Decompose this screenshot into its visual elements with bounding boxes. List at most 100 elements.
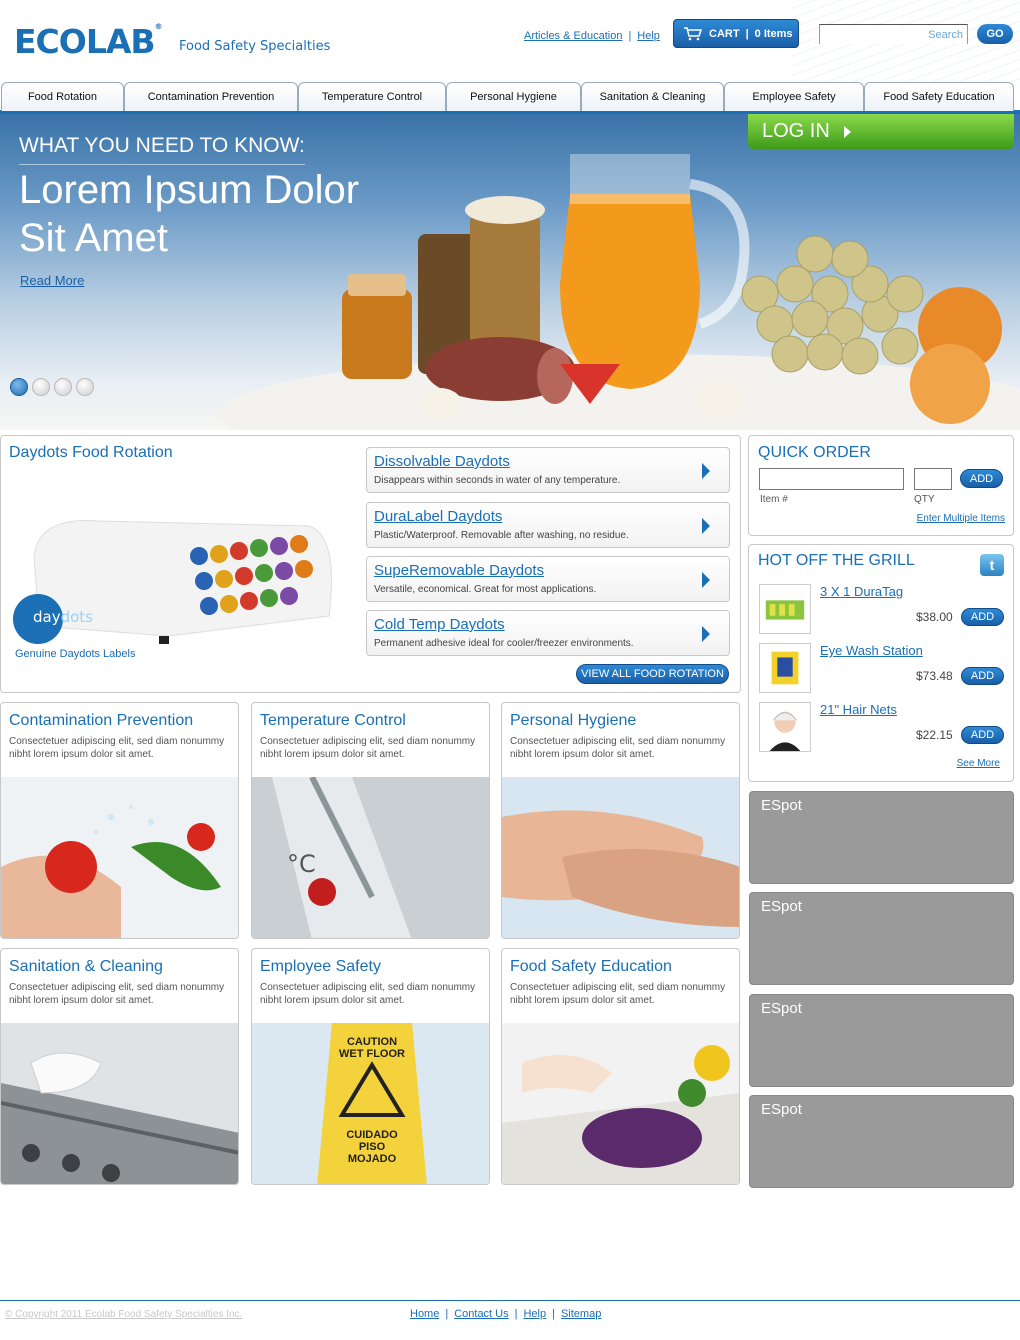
go-button[interactable]: GO: [977, 24, 1013, 44]
card-employee-safety[interactable]: Employee Safety Consectetuer adipiscing …: [251, 948, 490, 1185]
login-button[interactable]: LOG IN: [748, 114, 1014, 149]
card-desc: Consectetuer adipiscing elit, sed diam n…: [9, 982, 225, 1006]
carousel-dots: [10, 378, 94, 396]
cart-icon: [684, 26, 702, 40]
enter-multiple-items-link[interactable]: Enter Multiple Items: [917, 513, 1005, 524]
view-all-food-rotation-button[interactable]: VIEW ALL FOOD ROTATION: [576, 664, 729, 684]
grill-item: 21" Hair Nets $22.15 ADD: [759, 702, 1005, 757]
espot-label: ESpot: [761, 898, 802, 915]
item-number-field[interactable]: [759, 468, 904, 490]
grill-item-name[interactable]: 21" Hair Nets: [820, 702, 897, 717]
hair-nets-thumbnail[interactable]: [759, 702, 811, 752]
footer-sitemap-link[interactable]: Sitemap: [561, 1308, 601, 1320]
daydots-logo-text: daydots: [33, 608, 93, 626]
carousel-dot-4[interactable]: [76, 378, 94, 396]
product-name[interactable]: Dissolvable Daydots: [374, 453, 510, 470]
product-dissolvable-daydots[interactable]: Dissolvable Daydots Disappears within se…: [366, 447, 730, 493]
grill-add-button[interactable]: ADD: [961, 726, 1004, 744]
twitter-icon[interactable]: t: [980, 554, 1004, 576]
product-cold-temp-daydots[interactable]: Cold Temp Daydots Permanent adhesive ide…: [366, 610, 730, 656]
search-input[interactable]: [820, 26, 967, 44]
read-more-link[interactable]: Read More: [20, 273, 84, 288]
carousel-dot-2[interactable]: [32, 378, 50, 396]
card-personal-hygiene[interactable]: Personal Hygiene Consectetuer adipiscing…: [501, 702, 740, 939]
grill-item-name[interactable]: Eye Wash Station: [820, 643, 923, 658]
carousel-dot-3[interactable]: [54, 378, 72, 396]
sign-piso-text: PISO: [359, 1141, 386, 1153]
product-superemovable-daydots[interactable]: SupeRemovable Daydots Versatile, economi…: [366, 556, 730, 602]
tab-temperature-control[interactable]: Temperature Control: [298, 82, 446, 111]
search-box[interactable]: [819, 24, 968, 44]
svg-text:°C: °C: [287, 850, 316, 878]
card-title[interactable]: Employee Safety: [260, 958, 381, 976]
card-food-safety-education[interactable]: Food Safety Education Consectetuer adipi…: [501, 948, 740, 1185]
card-title[interactable]: Personal Hygiene: [510, 712, 636, 730]
hot-off-the-grill-panel: HOT OFF THE GRILL t 3 X 1 DuraTag $38.00…: [748, 544, 1014, 782]
tab-contamination-prevention[interactable]: Contamination Prevention: [124, 82, 298, 111]
espot[interactable]: ESpot: [749, 1095, 1014, 1188]
hero-kicker: WHAT YOU NEED TO KNOW:: [19, 134, 305, 165]
daydots-labels-image: [33, 519, 332, 644]
grill-item: Eye Wash Station $73.48 ADD: [759, 643, 1005, 698]
espot[interactable]: ESpot: [749, 892, 1014, 985]
eye-wash-thumbnail[interactable]: [759, 643, 811, 693]
login-label: LOG IN: [762, 120, 830, 142]
product-name[interactable]: DuraLabel Daydots: [374, 508, 502, 525]
grill-item-name[interactable]: 3 X 1 DuraTag: [820, 584, 903, 599]
quick-order-title: QUICK ORDER: [758, 444, 871, 461]
item-number-input[interactable]: [760, 469, 903, 489]
tab-food-rotation[interactable]: Food Rotation: [1, 82, 124, 111]
quick-order-add-button[interactable]: ADD: [960, 469, 1003, 488]
arrow-right-icon[interactable]: [702, 518, 710, 534]
grill-add-button[interactable]: ADD: [961, 667, 1004, 685]
espot-label: ESpot: [761, 797, 802, 814]
copyright: © Copyright 2011 Ecolab Food Safety Spec…: [5, 1309, 243, 1320]
qty-field[interactable]: [914, 468, 952, 490]
duratag-thumbnail[interactable]: [759, 584, 811, 634]
card-title[interactable]: Food Safety Education: [510, 958, 672, 976]
arrow-right-icon[interactable]: [702, 463, 710, 479]
arrow-right-icon[interactable]: [702, 626, 710, 642]
espot[interactable]: ESpot: [749, 791, 1014, 884]
help-link[interactable]: Help: [637, 30, 660, 42]
hero-banner: WHAT YOU NEED TO KNOW: Lorem Ipsum Dolor…: [0, 114, 1020, 430]
see-more-link[interactable]: See More: [957, 758, 1000, 769]
footer-help-link[interactable]: Help: [523, 1308, 546, 1320]
tab-sanitation-cleaning[interactable]: Sanitation & Cleaning: [581, 82, 724, 111]
tab-personal-hygiene[interactable]: Personal Hygiene: [446, 82, 581, 111]
product-name[interactable]: SupeRemovable Daydots: [374, 562, 544, 579]
chopping-vegetables-image: [502, 1023, 739, 1184]
card-temperature-control[interactable]: Temperature Control Consectetuer adipisc…: [251, 702, 490, 939]
card-title[interactable]: Sanitation & Cleaning: [9, 958, 163, 976]
arrow-right-icon[interactable]: [702, 572, 710, 588]
grill-item-price: $22.15: [916, 728, 953, 742]
qty-input[interactable]: [915, 469, 951, 489]
tab-employee-safety[interactable]: Employee Safety: [724, 82, 864, 111]
vegetables-washing-image: [1, 777, 238, 938]
sign-cuidado-text: CUIDADO: [346, 1129, 398, 1141]
arrow-right-icon: [843, 125, 851, 138]
footer-contact-link[interactable]: Contact Us: [454, 1308, 508, 1320]
product-desc: Versatile, economical. Great for most ap…: [374, 584, 597, 595]
card-sanitation-cleaning[interactable]: Sanitation & Cleaning Consectetuer adipi…: [0, 948, 239, 1185]
header: ECOLAB® Food Safety Specialties Articles…: [0, 0, 1020, 82]
grill-title: HOT OFF THE GRILL: [758, 552, 915, 569]
carousel-dot-1[interactable]: [10, 378, 28, 396]
card-contamination-prevention[interactable]: Contamination Prevention Consectetuer ad…: [0, 702, 239, 939]
ecolab-logo[interactable]: ECOLAB®: [14, 22, 163, 61]
card-title[interactable]: Temperature Control: [260, 712, 406, 730]
hand-washing-image: [502, 777, 739, 938]
tab-food-safety-education[interactable]: Food Safety Education: [864, 82, 1014, 111]
card-title[interactable]: Contamination Prevention: [9, 712, 193, 730]
footer: © Copyright 2011 Ecolab Food Safety Spec…: [0, 1300, 1020, 1340]
cart-button[interactable]: CART | 0 Items: [673, 19, 799, 48]
product-name[interactable]: Cold Temp Daydots: [374, 616, 505, 633]
cart-items: 0 Items: [754, 27, 793, 40]
grill-add-button[interactable]: ADD: [961, 608, 1004, 626]
product-duralabel-daydots[interactable]: DuraLabel Daydots Plastic/Waterproof. Re…: [366, 502, 730, 548]
item-number-label: Item #: [760, 494, 788, 505]
espot[interactable]: ESpot: [749, 994, 1014, 1087]
footer-home-link[interactable]: Home: [410, 1308, 439, 1320]
articles-education-link[interactable]: Articles & Education: [524, 30, 622, 42]
daydots-title: Daydots Food Rotation: [9, 444, 173, 461]
